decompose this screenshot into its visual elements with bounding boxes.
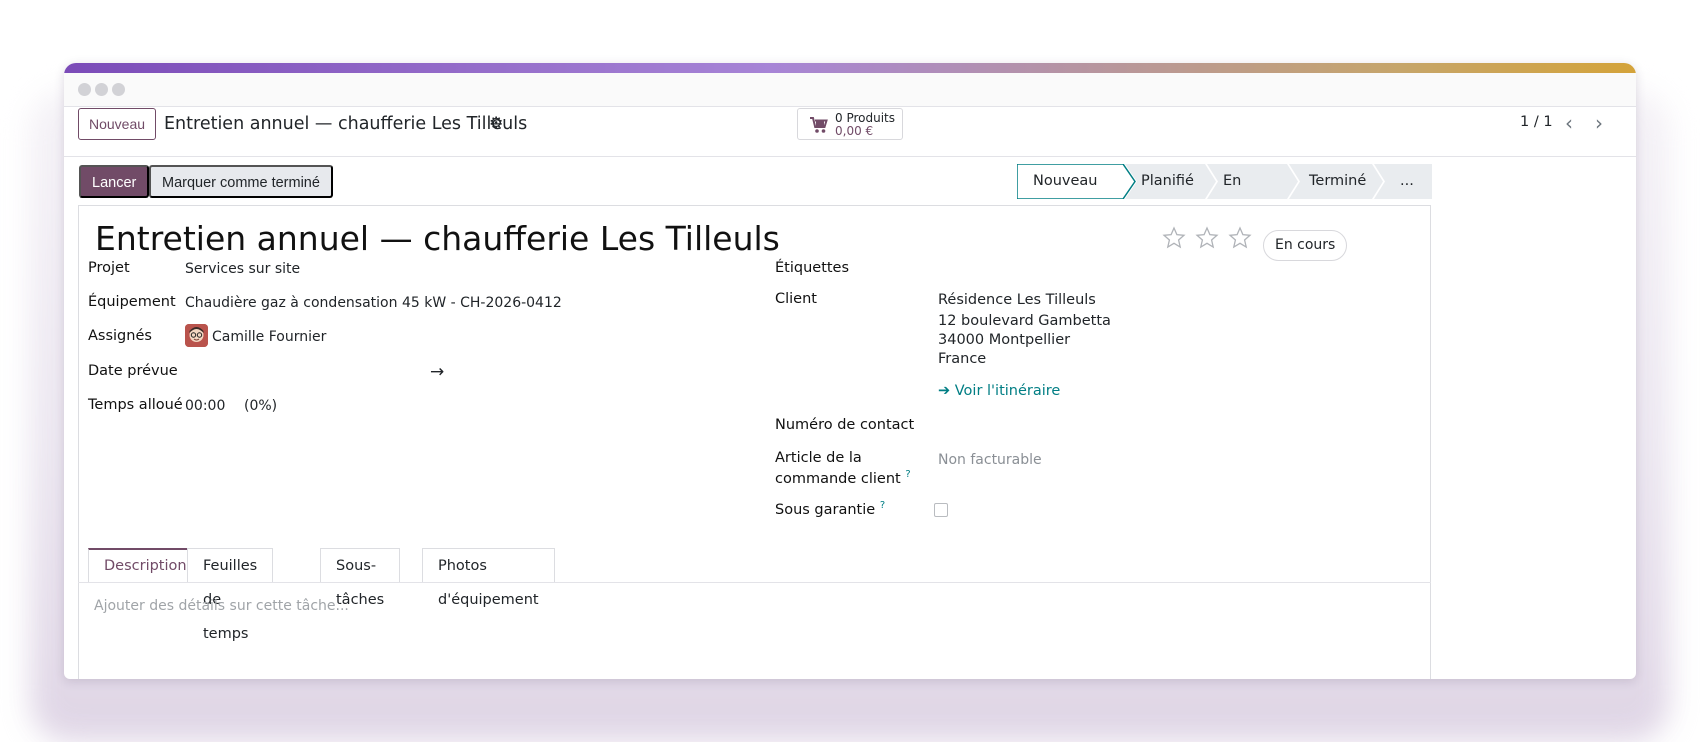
mark-done-button[interactable]: Marquer comme terminé	[149, 165, 333, 198]
client-label: Client	[775, 291, 817, 307]
planned-date-label: Date prévue	[88, 363, 178, 379]
app-window: Nouveau Entretien annuel — chaufferie Le…	[64, 63, 1636, 679]
accent-gradient-bar	[64, 63, 1636, 73]
cart-products-count: 0 Produits	[835, 111, 895, 125]
gear-icon[interactable]: ⚙	[489, 113, 503, 132]
allocated-time-label: Temps alloué	[88, 397, 183, 413]
equipment-label: Équipement	[88, 294, 176, 310]
tab-equipment-photos[interactable]: Photos d'équipement	[422, 548, 555, 608]
pager-value[interactable]: 1 / 1	[1520, 114, 1553, 130]
help-icon[interactable]: ?	[905, 469, 910, 480]
sale-line-field[interactable]: Non facturable	[938, 452, 1042, 468]
contact-number-label: Numéro de contact	[775, 417, 915, 433]
tab-description[interactable]: Description	[88, 548, 203, 583]
tab-subtasks[interactable]: Sous-tâches	[320, 548, 401, 608]
warranty-label: Sous garantie ?	[775, 500, 886, 518]
chevron-right-icon[interactable]: ›	[1595, 111, 1603, 135]
tab-timesheets[interactable]: Feuilles de temps	[187, 548, 274, 642]
assignees-label: Assignés	[88, 328, 152, 344]
help-icon[interactable]: ?	[880, 500, 885, 511]
stage-new-label: Nouveau	[1033, 173, 1098, 189]
avatar	[185, 324, 208, 347]
window-close-dot[interactable]	[78, 83, 91, 96]
record-title[interactable]: Entretien annuel — chaufferie Les Tilleu…	[95, 219, 780, 258]
control-panel: Nouveau Entretien annuel — chaufferie Le…	[64, 107, 1636, 157]
cart-amount: 0,00 €	[835, 124, 874, 138]
date-range-arrow-icon: →	[430, 362, 445, 382]
user-avatar-icon	[185, 324, 208, 347]
window-minimize-dot[interactable]	[95, 83, 108, 96]
client-address-line: 12 boulevard Gambetta	[938, 313, 1111, 329]
warranty-checkbox[interactable]	[934, 503, 948, 517]
project-field[interactable]: Services sur site	[185, 261, 300, 277]
client-address-line[interactable]: Résidence Les Tilleuls	[938, 292, 1096, 308]
chevron-left-icon[interactable]: ‹	[1565, 111, 1573, 135]
status-pill[interactable]: En cours	[1263, 230, 1348, 261]
start-button[interactable]: Lancer	[79, 165, 150, 198]
window-titlebar	[64, 73, 1636, 107]
stage-done[interactable]: Terminé	[1309, 164, 1366, 199]
allocated-time-percent: (0%)	[244, 398, 278, 414]
tags-label: Étiquettes	[775, 260, 850, 276]
star-icon[interactable]	[1195, 226, 1219, 250]
route-link[interactable]: ➔ Voir l'itinéraire	[938, 383, 1060, 399]
priority-stars	[1162, 226, 1256, 254]
stage-planned[interactable]: Planifié	[1141, 164, 1194, 199]
sale-line-label: Article de la	[775, 450, 862, 466]
sale-line-label-2: commande client ?	[775, 469, 911, 487]
equipment-field[interactable]: Chaudière gaz à condensation 45 kW - CH-…	[185, 295, 562, 311]
stage-more[interactable]: ...	[1400, 164, 1414, 199]
new-record-button[interactable]: Nouveau	[78, 108, 157, 140]
star-icon[interactable]	[1228, 226, 1252, 250]
cart-icon	[810, 117, 828, 133]
description-editor[interactable]: Ajouter des détails sur cette tâche...	[94, 598, 349, 614]
breadcrumb-title: Entretien annuel — chaufferie Les Tilleu…	[164, 114, 528, 134]
arrow-right-icon: ➔	[938, 383, 951, 399]
client-address-line: France	[938, 351, 987, 367]
tabs-divider	[78, 582, 1431, 583]
cart-button[interactable]: 0 Produits 0,00 €	[797, 108, 903, 140]
allocated-time-field[interactable]: 00:00	[185, 398, 225, 414]
project-label: Projet	[88, 260, 130, 276]
assignee-name[interactable]: Camille Fournier	[212, 329, 326, 345]
client-address-line: 34000 Montpellier	[938, 332, 1071, 348]
window-maximize-dot[interactable]	[112, 83, 125, 96]
star-icon[interactable]	[1162, 226, 1186, 250]
